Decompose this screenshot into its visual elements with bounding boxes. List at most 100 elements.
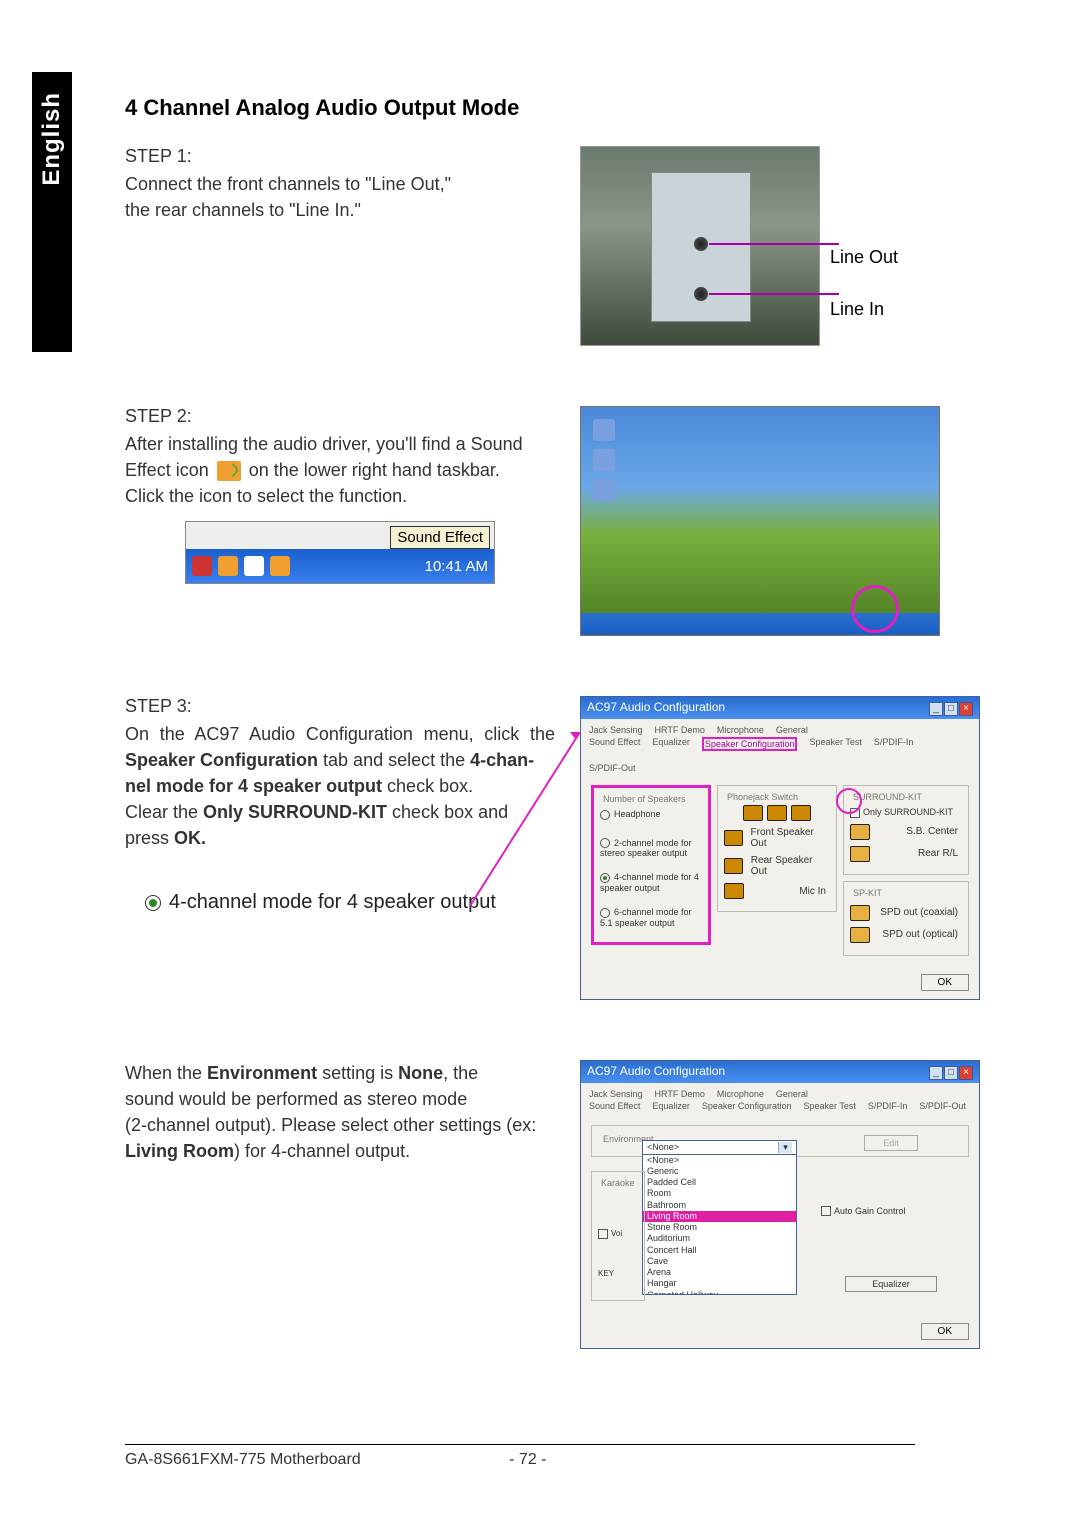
- footer-product: GA-8S661FXM-775 Motherboard: [125, 1451, 361, 1469]
- window-controls[interactable]: _□×: [928, 700, 973, 716]
- spkit-legend: SP-KIT: [850, 888, 885, 898]
- tab-microphone[interactable]: Microphone: [717, 1089, 764, 1099]
- env-option[interactable]: Auditorium: [643, 1233, 796, 1244]
- opt-4channel[interactable]: 4-channel mode for 4 speaker output: [600, 872, 699, 893]
- close-icon[interactable]: ×: [959, 1066, 973, 1080]
- env-p1d: None: [398, 1063, 443, 1083]
- voice-cancel-label[interactable]: Voi: [611, 1229, 622, 1238]
- language-tab: English: [32, 72, 72, 352]
- karaoke-legend: Karaoke: [598, 1178, 638, 1188]
- env-option[interactable]: Arena: [643, 1267, 796, 1278]
- window-controls[interactable]: _□×: [928, 1064, 973, 1080]
- tab-sound-effect[interactable]: Sound Effect: [589, 1101, 640, 1111]
- env-p1a: When the: [125, 1063, 207, 1083]
- tab-jack-sensing[interactable]: Jack Sensing: [589, 725, 643, 735]
- motherboard-port-photo: [580, 146, 820, 346]
- tab-strip[interactable]: Jack Sensing HRTF Demo Microphone Genera…: [581, 719, 979, 779]
- only-surround-kit[interactable]: Only SURROUND-KIT: [863, 807, 953, 817]
- env-option[interactable]: Padded Cell: [643, 1177, 796, 1188]
- minimize-icon[interactable]: _: [929, 1066, 943, 1080]
- tab-equalizer[interactable]: Equalizer: [652, 1101, 690, 1111]
- tab-general[interactable]: General: [776, 1089, 808, 1099]
- opt-6channel[interactable]: 6-channel mode for 5.1 speaker output: [600, 907, 692, 928]
- jack-icon[interactable]: [850, 927, 870, 943]
- step-3: STEP 3: On the AC97 Audio Configuration …: [125, 696, 1025, 1000]
- jack-icon[interactable]: [850, 905, 870, 921]
- window-title: AC97 Audio Configuration: [587, 1064, 725, 1080]
- rear-speaker-out: Rear Speaker Out: [751, 855, 826, 877]
- environment-dropdown[interactable]: <None> ▾ <None> Generic Padded Cell Room…: [642, 1140, 797, 1295]
- env-p4a: Living Room: [125, 1141, 234, 1161]
- jack-icon[interactable]: [850, 824, 870, 840]
- tab-equalizer[interactable]: Equalizer: [652, 737, 690, 751]
- window-title: AC97 Audio Configuration: [587, 700, 725, 716]
- env-option[interactable]: Hangar: [643, 1278, 796, 1289]
- windows-desktop-screenshot: [580, 406, 940, 636]
- tab-speaker-test[interactable]: Speaker Test: [803, 1101, 855, 1111]
- env-option[interactable]: Cave: [643, 1256, 796, 1267]
- tab-spdif-out[interactable]: S/PDIF-Out: [919, 1101, 966, 1111]
- env-right-controls: Edit Auto Gain Control Equalizer: [821, 1135, 961, 1293]
- env-option[interactable]: Room: [643, 1188, 796, 1199]
- equalizer-button[interactable]: Equalizer: [845, 1276, 937, 1292]
- speakers-legend: Number of Speakers: [600, 794, 689, 804]
- step-2: STEP 2: After installing the audio drive…: [125, 406, 1025, 636]
- chevron-down-icon[interactable]: ▾: [778, 1142, 792, 1153]
- env-option[interactable]: Concert Hall: [643, 1245, 796, 1256]
- env-option[interactable]: <None>: [643, 1155, 796, 1166]
- step3-p1a: On the AC97 Audio Configuration menu, cl…: [125, 724, 555, 744]
- step2-line2b: on the lower right hand taskbar.: [249, 460, 500, 480]
- jack-icon[interactable]: [724, 830, 743, 846]
- key-label: KEY: [598, 1269, 638, 1278]
- dropdown-list[interactable]: <None> Generic Padded Cell Room Bathroom…: [643, 1154, 796, 1294]
- radio-selected-icon: [145, 895, 161, 911]
- sp-kit-group: SP-KIT SPD out (coaxial) SPD out (optica…: [843, 881, 969, 956]
- mic-in: Mic In: [799, 886, 826, 897]
- env-option-highlighted[interactable]: Living Room: [643, 1211, 796, 1222]
- tab-speaker-test[interactable]: Speaker Test: [809, 737, 861, 751]
- opt-2channel[interactable]: 2-channel mode for stereo speaker output: [600, 838, 692, 859]
- edit-button[interactable]: Edit: [864, 1135, 918, 1151]
- env-option[interactable]: Generic: [643, 1166, 796, 1177]
- step2-line3: Click the icon to select the function.: [125, 483, 555, 509]
- maximize-icon[interactable]: □: [944, 702, 958, 716]
- number-of-speakers-group: Number of Speakers Headphone 2-channel m…: [591, 785, 711, 945]
- env-option[interactable]: Bathroom: [643, 1200, 796, 1211]
- jack-icon[interactable]: [850, 846, 870, 862]
- env-option[interactable]: Carpeted Hallway: [643, 1290, 796, 1294]
- page-footer: GA-8S661FXM-775 Motherboard - 72 -: [125, 1444, 915, 1469]
- tab-speaker-configuration[interactable]: Speaker Configuration: [702, 737, 798, 751]
- auto-gain-label[interactable]: Auto Gain Control: [834, 1206, 906, 1216]
- close-icon[interactable]: ×: [959, 702, 973, 716]
- tooltip-label: Sound Effect: [390, 526, 490, 549]
- jack-icon[interactable]: [724, 883, 744, 899]
- tab-general[interactable]: General: [776, 725, 808, 735]
- tab-hrtf-demo[interactable]: HRTF Demo: [655, 725, 705, 735]
- tab-speaker-configuration[interactable]: Speaker Configuration: [702, 1101, 792, 1111]
- tray-icon: [244, 556, 264, 576]
- tab-spdif-in[interactable]: S/PDIF-In: [874, 737, 914, 751]
- step3-p2d: press: [125, 828, 174, 848]
- spd-optical: SPD out (optical): [882, 929, 958, 940]
- step3-p1b: Speaker Configuration: [125, 750, 318, 770]
- tab-microphone[interactable]: Microphone: [717, 725, 764, 735]
- tab-jack-sensing[interactable]: Jack Sensing: [589, 1089, 643, 1099]
- jack-icon[interactable]: [724, 858, 743, 874]
- env-option[interactable]: Stone Room: [643, 1222, 796, 1233]
- ok-button[interactable]: OK: [921, 1323, 969, 1340]
- tab-hrtf-demo[interactable]: HRTF Demo: [655, 1089, 705, 1099]
- tray-icon: [192, 556, 212, 576]
- minimize-icon[interactable]: _: [929, 702, 943, 716]
- tab-spdif-out[interactable]: S/PDIF-Out: [589, 763, 636, 773]
- opt-headphone[interactable]: Headphone: [614, 809, 661, 819]
- maximize-icon[interactable]: □: [944, 1066, 958, 1080]
- surround-kit-group: SURROUND-KIT Only SURROUND-KIT S.B. Cent…: [843, 785, 969, 875]
- ok-button[interactable]: OK: [921, 974, 969, 991]
- step3-p1c: tab and select the: [318, 750, 470, 770]
- tab-sound-effect[interactable]: Sound Effect: [589, 737, 640, 751]
- tab-strip[interactable]: Jack Sensing HRTF Demo Microphone Genera…: [581, 1083, 979, 1117]
- center-label: S.B. Center: [906, 826, 958, 837]
- tab-spdif-in[interactable]: S/PDIF-In: [868, 1101, 908, 1111]
- step3-p1f: check box.: [382, 776, 473, 796]
- page-title: 4 Channel Analog Audio Output Mode: [125, 95, 1025, 121]
